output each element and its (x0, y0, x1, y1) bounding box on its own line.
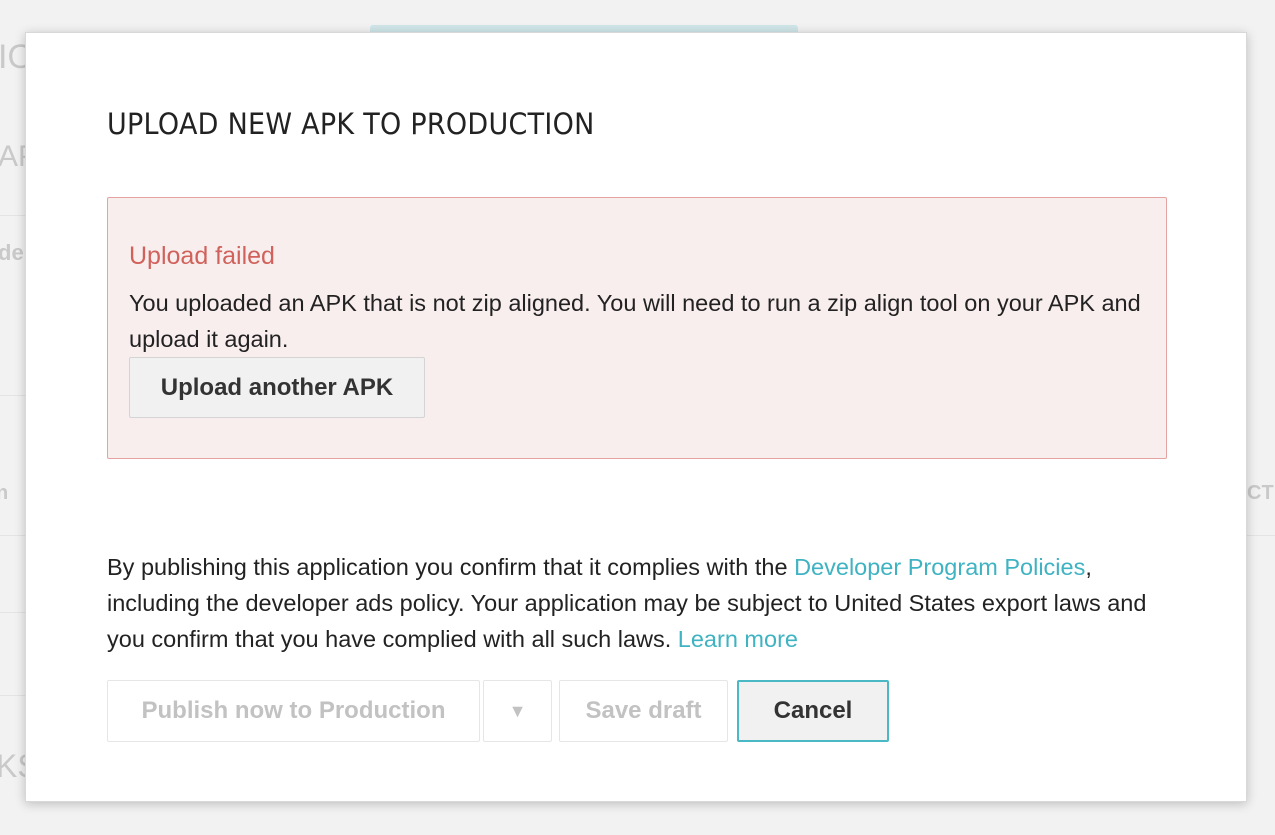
terms-text-start: By publishing this application you confi… (107, 554, 795, 580)
publish-now-button[interactable]: Publish now to Production (107, 680, 480, 742)
error-title: Upload failed (129, 242, 275, 270)
upload-error-panel: Upload failed You uploaded an APK that i… (107, 197, 1167, 459)
background-column-fragment: n (0, 482, 9, 504)
background-divider (0, 695, 25, 696)
publish-options-dropdown-button[interactable]: ▼ (483, 680, 552, 742)
background-label-fragment: de (0, 240, 24, 265)
background-column-fragment: CT (1247, 482, 1274, 504)
error-message: You uploaded an APK that is not zip alig… (129, 290, 1141, 352)
cancel-button[interactable]: Cancel (737, 680, 889, 742)
developer-program-policies-link[interactable]: Developer Program Policies (794, 554, 1085, 580)
chevron-down-icon: ▼ (508, 701, 527, 721)
background-divider (0, 612, 25, 613)
background-divider (0, 535, 25, 536)
learn-more-link[interactable]: Learn more (678, 626, 798, 652)
upload-another-apk-button[interactable]: Upload another APK (129, 357, 425, 418)
background-divider (0, 215, 25, 216)
background-divider (1247, 535, 1275, 536)
publishing-terms-text: By publishing this application you confi… (107, 549, 1177, 657)
upload-apk-dialog: UPLOAD NEW APK TO PRODUCTION Upload fail… (25, 32, 1247, 802)
save-draft-button[interactable]: Save draft (559, 680, 728, 742)
dialog-title: UPLOAD NEW APK TO PRODUCTION (107, 107, 595, 141)
background-divider (0, 395, 25, 396)
